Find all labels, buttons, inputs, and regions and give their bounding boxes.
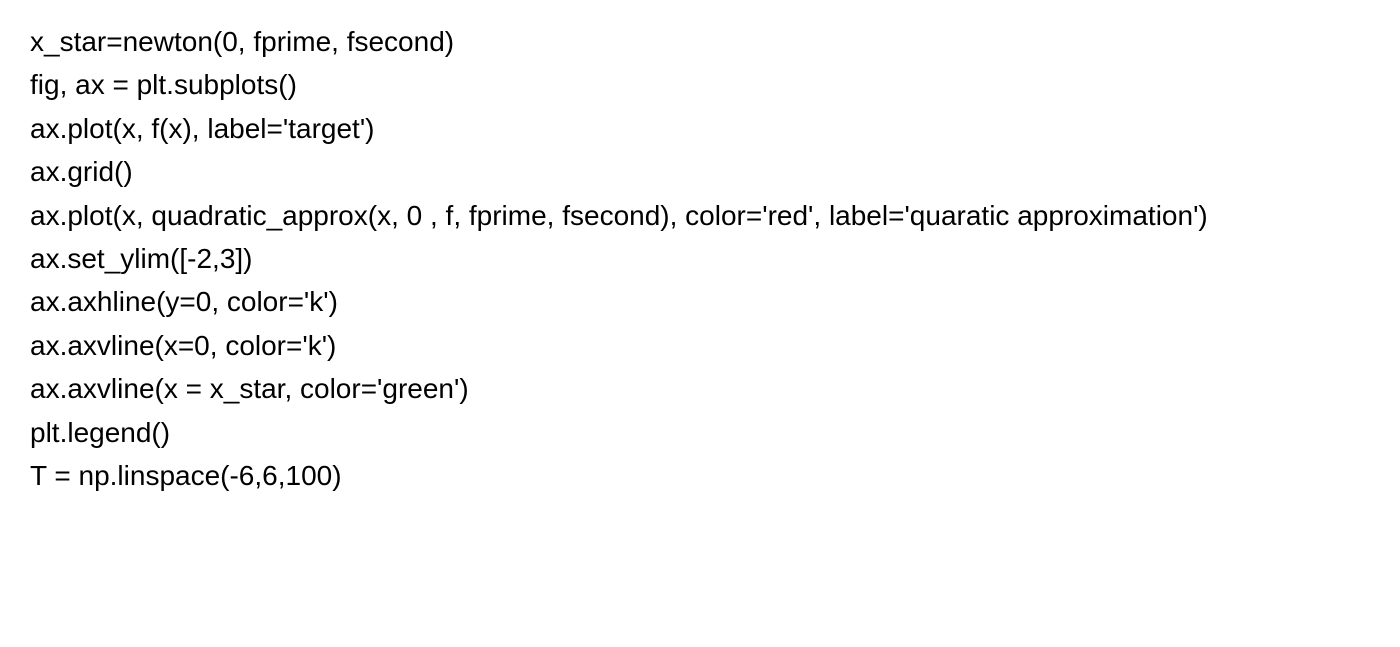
- code-block: x_star=newton(0, fprime, fsecond) fig, a…: [30, 20, 1370, 497]
- code-line: ax.axhline(y=0, color='k'): [30, 280, 1370, 323]
- code-line: ax.plot(x, quadratic_approx(x, 0 , f, fp…: [30, 194, 1370, 237]
- code-line: ax.axvline(x=0, color='k'): [30, 324, 1370, 367]
- code-line: ax.plot(x, f(x), label='target'): [30, 107, 1370, 150]
- code-line: ax.axvline(x = x_star, color='green'): [30, 367, 1370, 410]
- code-line: T = np.linspace(-6,6,100): [30, 454, 1370, 497]
- code-line: plt.legend(): [30, 411, 1370, 454]
- code-line: ax.grid(): [30, 150, 1370, 193]
- code-line: fig, ax = plt.subplots(): [30, 63, 1370, 106]
- code-line: x_star=newton(0, fprime, fsecond): [30, 20, 1370, 63]
- code-line: ax.set_ylim([-2,3]): [30, 237, 1370, 280]
